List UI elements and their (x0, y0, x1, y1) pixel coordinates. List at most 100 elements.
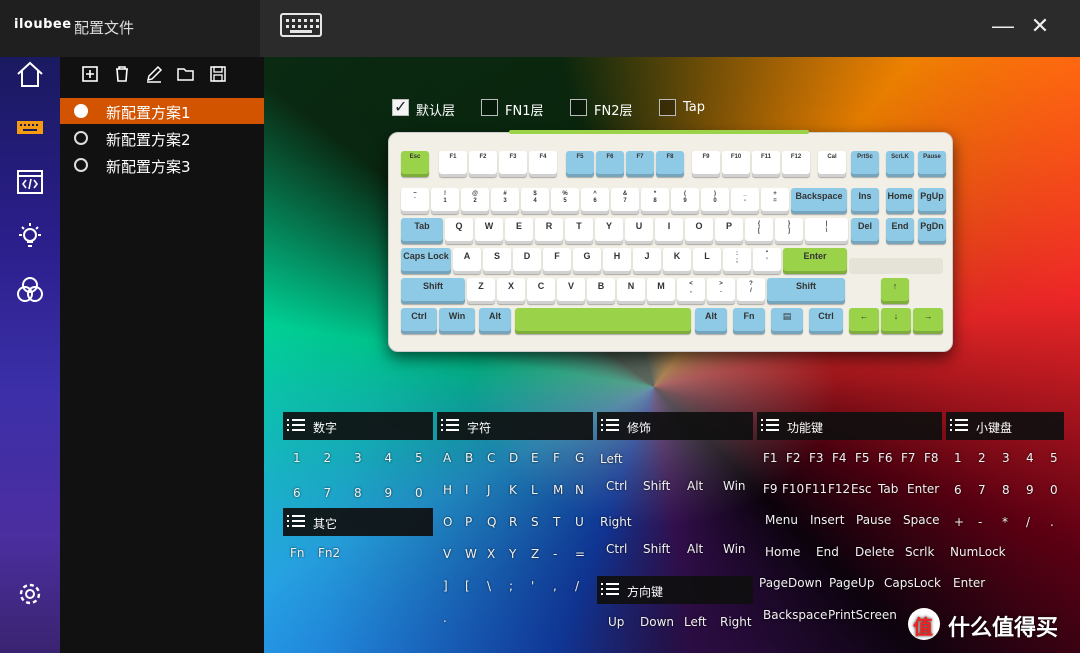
numpad-item[interactable]: 1 (954, 451, 962, 465)
key-tab-8[interactable]: I (655, 218, 683, 244)
char-item[interactable]: M (553, 483, 563, 497)
key-shift-6[interactable]: N (617, 278, 645, 304)
key-bottom-2[interactable]: Alt (479, 308, 511, 334)
key-f7[interactable]: F7 (626, 151, 654, 177)
char-item[interactable]: A (443, 451, 451, 465)
other-item[interactable]: Fn (290, 546, 305, 560)
key-num-7[interactable]: & 7 (611, 188, 639, 214)
numpad-item[interactable]: 3 (1002, 451, 1010, 465)
function-item[interactable]: F2 (786, 451, 801, 465)
digit-item[interactable]: 0 (415, 486, 423, 500)
char-item[interactable]: K (509, 483, 517, 497)
key-tab-0[interactable]: Tab (401, 218, 443, 244)
key-f9[interactable]: F9 (692, 151, 720, 177)
category-digits[interactable]: 数字 (283, 412, 433, 440)
key-num-4[interactable]: $4 (521, 188, 549, 214)
key-f10[interactable]: F10 (722, 151, 750, 177)
key-f1[interactable]: F1 (439, 151, 467, 177)
key-caps-5[interactable]: G (573, 248, 601, 274)
function-item[interactable]: PrintScreen (828, 608, 897, 622)
layer-default-checkbox[interactable] (392, 97, 409, 116)
key-bottom-0[interactable]: Ctrl (401, 308, 437, 334)
key-bottom-5[interactable]: Fn (733, 308, 765, 334)
char-item[interactable]: F (553, 451, 560, 465)
profile-item-1[interactable]: 新配置方案1 (60, 98, 264, 124)
function-item[interactable]: F12 (828, 482, 850, 496)
key-bottom-6[interactable]: ▤ (771, 308, 803, 334)
function-item[interactable]: Esc (851, 482, 871, 496)
key-tab-6[interactable]: Y (595, 218, 623, 244)
function-item[interactable]: PageUp (829, 576, 874, 590)
digit-item[interactable]: 3 (354, 451, 362, 465)
char-item[interactable]: , (553, 579, 557, 593)
key-bottom-9[interactable]: ↓ (881, 308, 911, 334)
key-caps-11[interactable]: " ' (753, 248, 781, 274)
key-shift-8[interactable]: <, (677, 278, 705, 304)
modifier-item[interactable]: Ctrl (606, 542, 627, 556)
char-item[interactable]: X (487, 547, 495, 561)
char-item[interactable]: L (531, 483, 538, 497)
function-item[interactable]: Insert (810, 513, 844, 527)
modifier-item[interactable]: Shift (643, 542, 670, 556)
key-tab-11[interactable]: {[ (745, 218, 773, 244)
category-modifiers[interactable]: 修饰 (597, 412, 753, 440)
function-item[interactable]: F7 (901, 451, 916, 465)
char-item[interactable]: ; (509, 579, 513, 593)
char-item[interactable]: B (465, 451, 473, 465)
key-shift-3[interactable]: C (527, 278, 555, 304)
char-item[interactable]: . (443, 611, 447, 625)
key-tab-5[interactable]: T (565, 218, 593, 244)
key-tab-4[interactable]: R (535, 218, 563, 244)
char-item[interactable]: I (465, 483, 469, 497)
key-num-8[interactable]: * 8 (641, 188, 669, 214)
char-item[interactable]: S (531, 515, 539, 529)
function-item[interactable]: F10 (782, 482, 804, 496)
key-scrlk[interactable]: ScrLK (886, 151, 914, 177)
char-item[interactable]: [ (465, 579, 470, 593)
char-item[interactable]: W (465, 547, 477, 561)
key-num-5[interactable]: % 5 (551, 188, 579, 214)
function-item[interactable]: F6 (878, 451, 893, 465)
minimize-button[interactable]: — (990, 13, 1016, 39)
key-f2[interactable]: F2 (469, 151, 497, 177)
category-function[interactable]: 功能键 (757, 412, 942, 440)
key-shift-9[interactable]: >. (707, 278, 735, 304)
key-num-2[interactable]: @2 (461, 188, 489, 214)
char-item[interactable]: Z (531, 547, 539, 561)
home-icon[interactable] (15, 59, 45, 89)
light-icon[interactable] (15, 221, 45, 251)
key-num-1[interactable]: ! 1 (431, 188, 459, 214)
function-item[interactable]: F4 (832, 451, 847, 465)
open-folder-icon[interactable] (177, 65, 195, 83)
key-caps-12[interactable]: Enter (783, 248, 847, 274)
key-num-3[interactable]: #3 (491, 188, 519, 214)
numpad-item[interactable]: + (954, 515, 964, 529)
char-item[interactable]: C (487, 451, 495, 465)
key-f4[interactable]: F4 (529, 151, 557, 177)
function-item[interactable]: F1 (763, 451, 778, 465)
layer-tap-checkbox[interactable] (659, 99, 676, 116)
key-shift-0[interactable]: Shift (401, 278, 465, 304)
digit-item[interactable]: 5 (415, 451, 423, 465)
key-tab-3[interactable]: E (505, 218, 533, 244)
key-tab-1[interactable]: Q (445, 218, 473, 244)
numpad-item[interactable]: 2 (978, 451, 986, 465)
profile-radio-1[interactable] (74, 104, 88, 118)
layer-fn1-checkbox[interactable] (481, 99, 498, 116)
char-item[interactable]: Q (487, 515, 496, 529)
char-item[interactable]: U (575, 515, 584, 529)
profile-radio-3[interactable] (74, 158, 88, 172)
key-pause[interactable]: Pause (918, 151, 946, 177)
char-item[interactable]: R (509, 515, 517, 529)
numpad-item[interactable]: 0 (1050, 483, 1058, 497)
key-shift-7[interactable]: M (647, 278, 675, 304)
char-item[interactable]: - (553, 547, 557, 561)
key-tab-7[interactable]: U (625, 218, 653, 244)
rename-icon[interactable] (145, 65, 163, 83)
key-f8[interactable]: F8 (656, 151, 684, 177)
key-cal[interactable]: Cal (818, 151, 846, 177)
key-tab-13[interactable]: | \ (805, 218, 848, 244)
function-item[interactable]: End (816, 545, 839, 559)
key-tab-14[interactable]: Del (851, 218, 879, 244)
key-prtsc[interactable]: PrtSc (851, 151, 879, 177)
